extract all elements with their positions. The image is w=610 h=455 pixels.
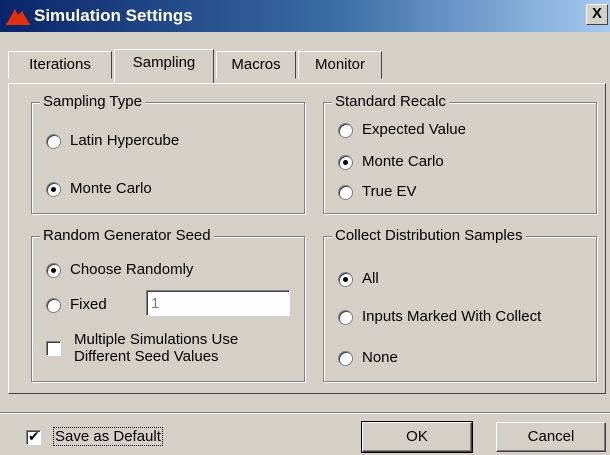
collect-samples-group: Collect Distribution Samples All Inputs … [323,227,597,382]
window-title: Simulation Settings [34,6,193,25]
save-default-label: Save as Default [53,427,163,446]
tab-sampling[interactable]: Sampling [114,49,214,83]
footer-separator [0,412,610,414]
tab-strip: Iterations Sampling Macros Monitor [0,32,610,84]
radio-indicator [46,134,61,149]
random-seed-title: Random Generator Seed [40,227,214,245]
tab-iterations[interactable]: Iterations [8,51,112,79]
radio-indicator [338,123,353,138]
checkbox-box [46,341,61,356]
radio-label: None [362,349,398,366]
radio-indicator [338,310,353,325]
radio-label: Choose Randomly [70,261,194,278]
multi-sim-seed-checkbox[interactable] [46,341,62,357]
collect-samples-title: Collect Distribution Samples [332,227,526,245]
dialog-footer: ✔ Save as Default OK Cancel [0,394,610,455]
multi-sim-seed-label: Multiple Simulations Use Different Seed … [74,331,239,365]
standard-recalc-title: Standard Recalc [332,93,449,111]
radio-label: Expected Value [362,121,466,138]
radio-indicator-checked [338,272,353,287]
radio-indicator-checked [46,182,61,197]
standard-recalc-group: Standard Recalc Expected Value Monte Car… [323,93,597,214]
tab-macros[interactable]: Macros [216,51,296,79]
radio-label: All [362,270,379,287]
app-icon [6,9,30,25]
radio-label: Latin Hypercube [70,132,180,149]
ok-button[interactable]: OK [361,421,473,453]
random-seed-group: Random Generator Seed Choose Randomly Fi… [31,227,305,382]
radio-label: Inputs Marked With Collect [362,308,542,325]
radio-label: Fixed [70,296,107,313]
close-button[interactable]: X [586,4,608,25]
radio-label: True EV [362,183,417,200]
tab-panel-sampling: Sampling Type Latin Hypercube Monte Carl… [8,83,606,394]
checkmark-icon: ✔ [28,428,40,444]
radio-indicator-checked [338,155,353,170]
radio-indicator-checked [46,263,61,278]
fixed-seed-input[interactable] [146,290,290,316]
radio-indicator [46,298,61,313]
save-default-checkbox[interactable]: ✔ [26,428,42,446]
radio-label: Monte Carlo [70,180,152,197]
radio-indicator [338,351,353,366]
sampling-type-title: Sampling Type [40,93,145,111]
cancel-button[interactable]: Cancel [496,422,606,452]
title-bar: Simulation Settings X [0,0,610,32]
radio-label: Monte Carlo [362,153,444,170]
radio-indicator [338,185,353,200]
sampling-type-group: Sampling Type Latin Hypercube Monte Carl… [31,93,305,214]
tab-monitor[interactable]: Monitor [298,51,382,79]
